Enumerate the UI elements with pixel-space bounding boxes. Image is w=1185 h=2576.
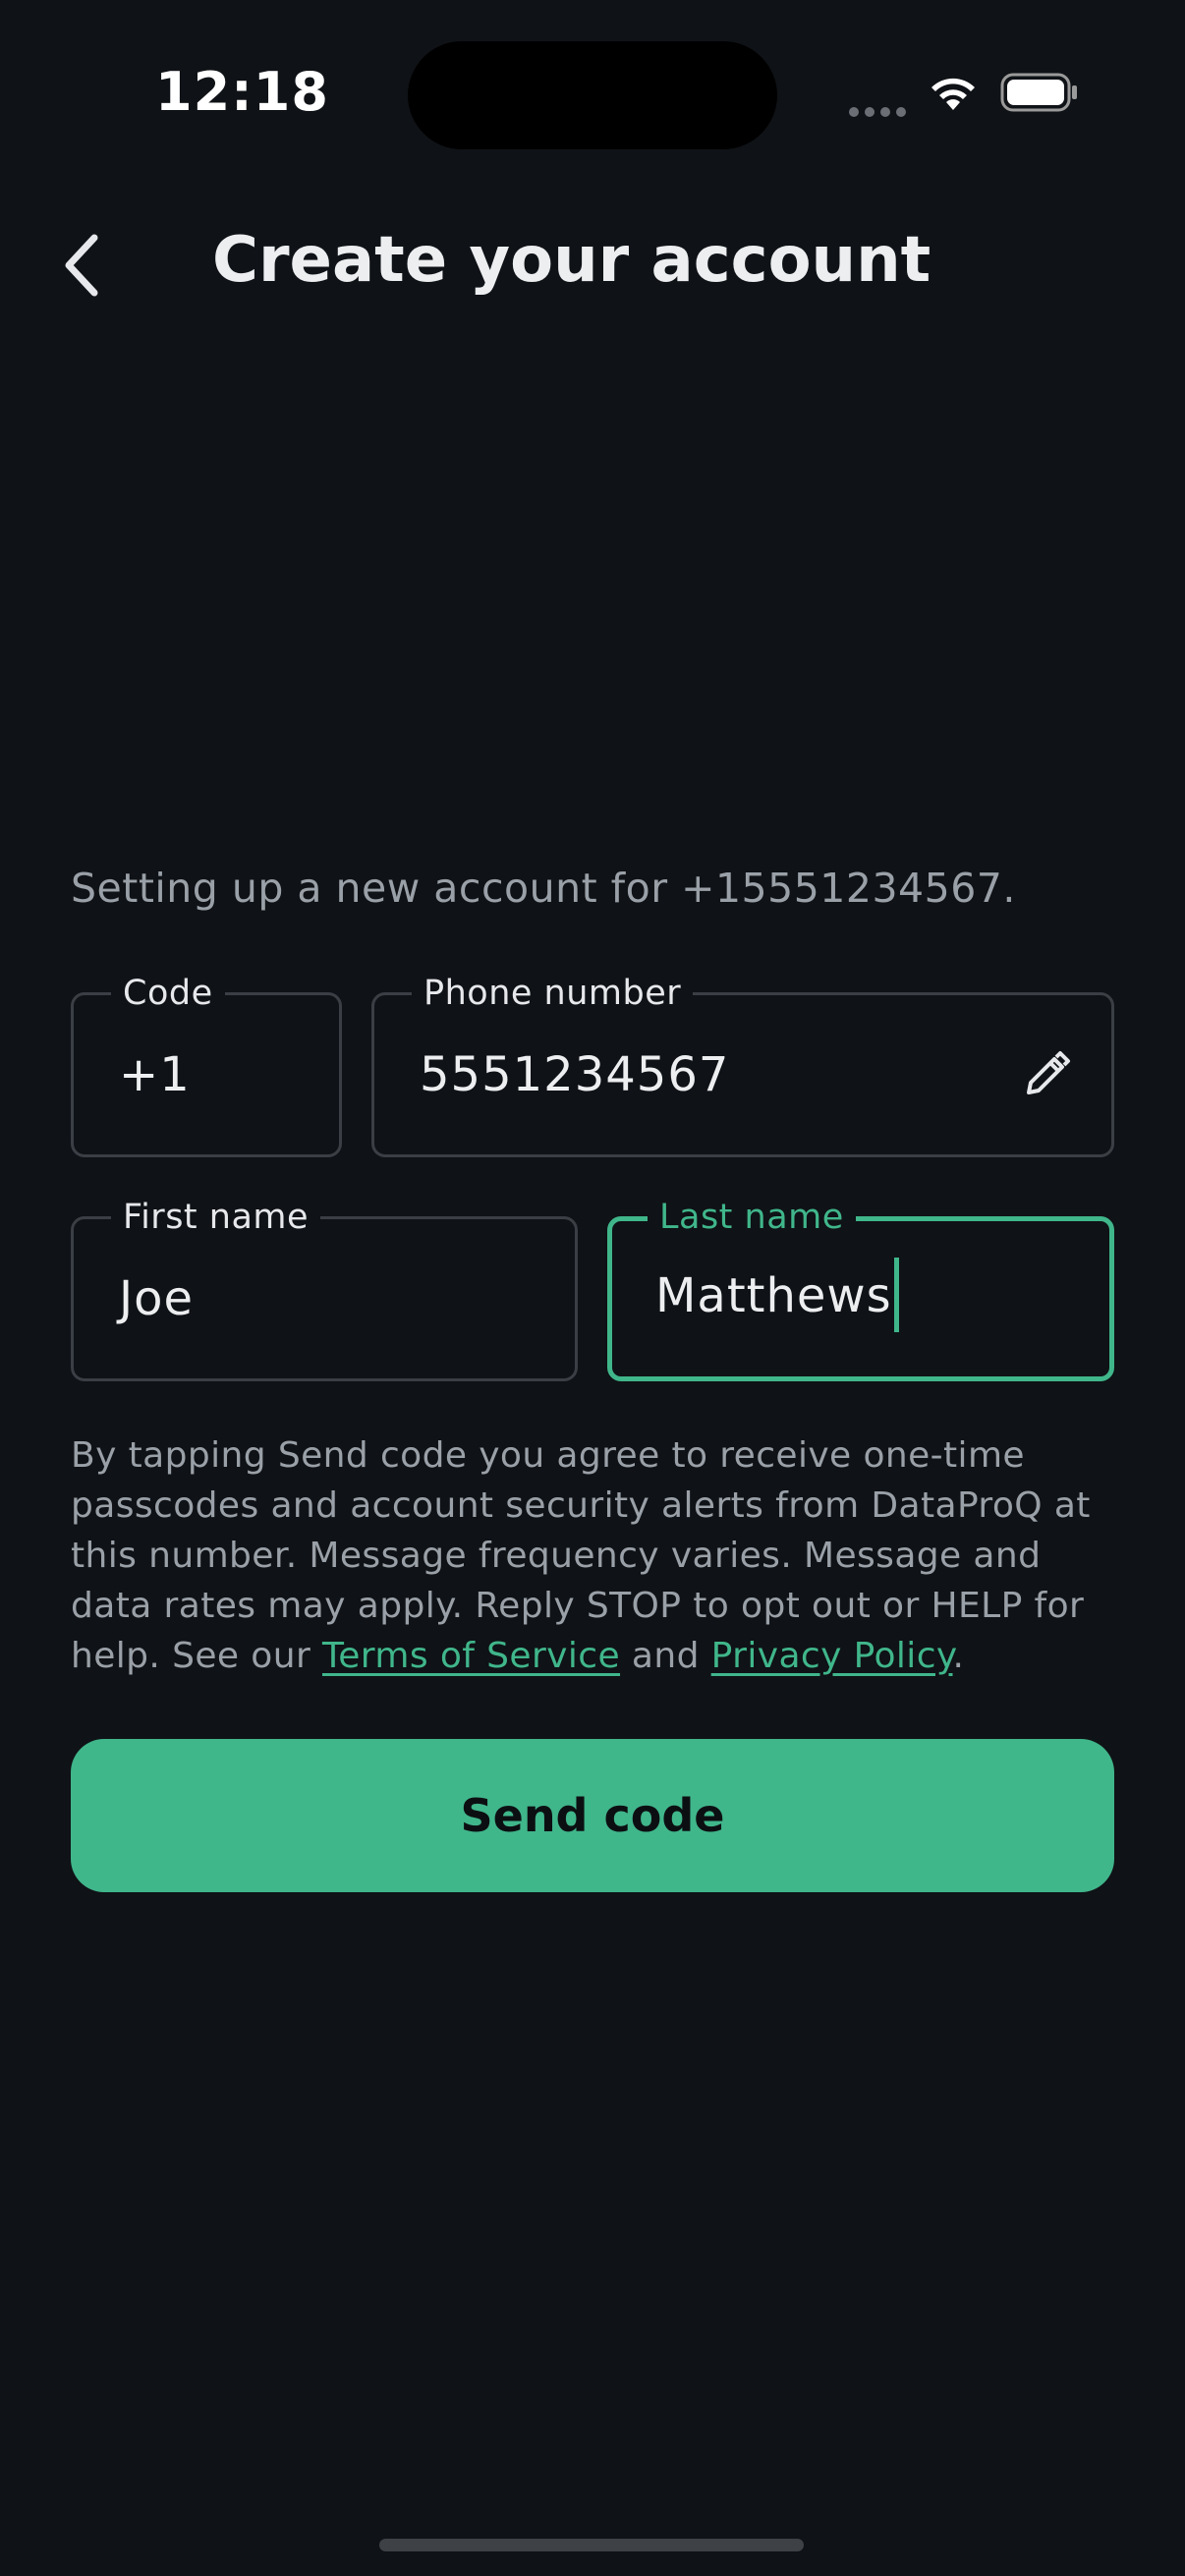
pencil-icon[interactable] (1021, 1049, 1072, 1100)
chevron-left-icon (65, 234, 98, 297)
cellular-signal-icon (849, 102, 912, 121)
dynamic-island (408, 41, 777, 149)
battery-icon (1000, 71, 1079, 114)
last-name-input-wrapper: Matthews (655, 1258, 899, 1332)
terms-of-service-link[interactable]: Terms of Service (322, 1636, 620, 1676)
phone-number-field[interactable]: Phone number 5551234567 (371, 972, 1114, 1157)
privacy-policy-link[interactable]: Privacy Policy (711, 1636, 953, 1676)
first-name-field[interactable]: First name Joe (71, 1196, 578, 1381)
home-indicator[interactable] (379, 2539, 804, 2551)
country-code-field[interactable]: Code +1 (71, 972, 342, 1157)
status-time: 12:18 (155, 61, 329, 123)
last-name-field[interactable]: Last name Matthews (607, 1196, 1114, 1381)
first-name-value: Joe (119, 1271, 195, 1326)
back-button[interactable] (55, 226, 114, 305)
first-name-label: First name (111, 1196, 321, 1239)
text-caret (893, 1258, 899, 1332)
country-code-value: +1 (119, 1047, 191, 1102)
last-name-label: Last name (648, 1196, 856, 1239)
phone-number-value: 5551234567 (420, 1047, 730, 1102)
consent-text: By tapping Send code you agree to receiv… (71, 1430, 1122, 1681)
page-title: Create your account (212, 224, 931, 297)
last-name-value: Matthews (655, 1268, 892, 1323)
consent-and: and (620, 1636, 711, 1676)
consent-end: . (952, 1636, 965, 1676)
wifi-icon (926, 71, 981, 114)
country-code-label: Code (111, 972, 225, 1015)
send-code-button[interactable]: Send code (71, 1739, 1114, 1892)
account-setup-text: Setting up a new account for +1555123456… (71, 865, 1016, 912)
phone-number-label: Phone number (412, 972, 694, 1015)
